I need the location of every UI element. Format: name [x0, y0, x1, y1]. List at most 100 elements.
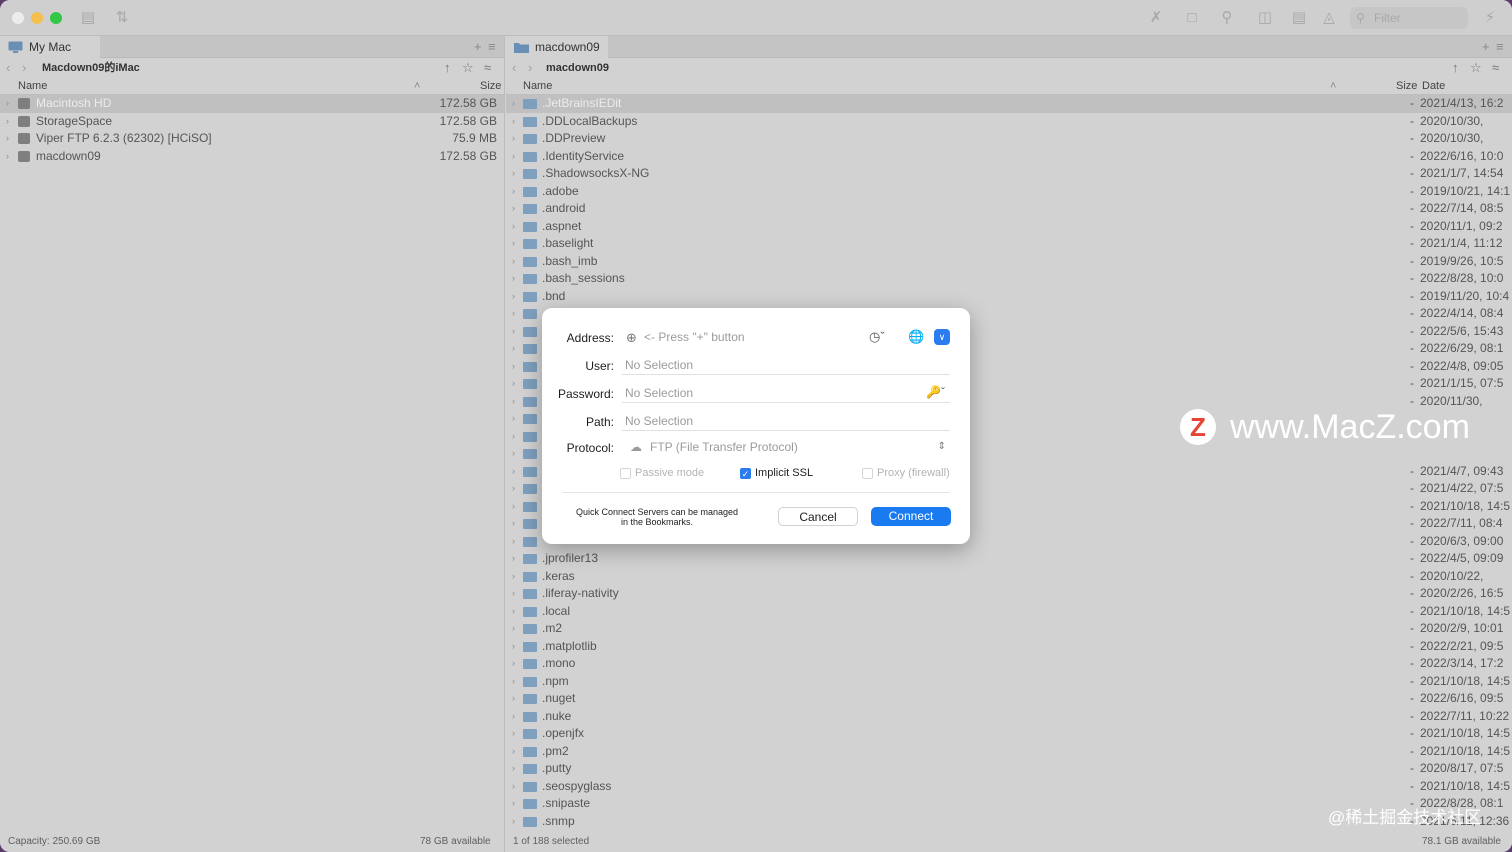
- disclosure-chevron-icon[interactable]: ›: [512, 218, 515, 236]
- disclosure-chevron-icon[interactable]: ›: [512, 200, 515, 218]
- filter-search-field[interactable]: ⚲ Filter: [1350, 7, 1468, 29]
- file-row[interactable]: › .openjfx -2021/10/18, 14:5: [506, 725, 1512, 743]
- file-row[interactable]: › .bash_imb -2019/9/26, 10:5: [506, 253, 1512, 271]
- disclosure-chevron-icon[interactable]: ›: [512, 795, 515, 813]
- disclosure-chevron-icon[interactable]: ›: [512, 130, 515, 148]
- up-directory-icon[interactable]: ↑: [444, 58, 451, 78]
- file-row[interactable]: › .m2 -2020/2/9, 10:01: [506, 620, 1512, 638]
- disclosure-chevron-icon[interactable]: ›: [512, 323, 515, 341]
- file-row[interactable]: › macdown09 172.58 GB: [0, 148, 504, 166]
- tab-my-mac[interactable]: My Mac: [0, 36, 100, 58]
- passive-mode-checkbox[interactable]: Passive mode: [620, 467, 704, 480]
- disclosure-chevron-icon[interactable]: ›: [512, 463, 515, 481]
- connect-button[interactable]: Connect: [871, 507, 951, 526]
- disclosure-chevron-icon[interactable]: ›: [512, 620, 515, 638]
- disclosure-chevron-icon[interactable]: ›: [512, 778, 515, 796]
- column-name[interactable]: Name: [18, 78, 47, 94]
- column-size[interactable]: Size: [480, 78, 501, 94]
- column-date[interactable]: Date: [1422, 78, 1445, 94]
- disclosure-chevron-icon[interactable]: ›: [512, 165, 515, 183]
- file-row[interactable]: › .jprofiler13 -2022/4/5, 09:09: [506, 550, 1512, 568]
- up-directory-icon[interactable]: ↑: [1452, 58, 1459, 78]
- disclosure-chevron-icon[interactable]: ›: [512, 655, 515, 673]
- disclosure-chevron-icon[interactable]: ›: [512, 550, 515, 568]
- disclosure-chevron-icon[interactable]: ›: [512, 183, 515, 201]
- disclosure-chevron-icon[interactable]: ›: [512, 725, 515, 743]
- add-circle-icon[interactable]: ⊕: [626, 330, 637, 346]
- file-row[interactable]: › .DDLocalBackups -2020/10/30,: [506, 113, 1512, 131]
- key-icon[interactable]: 🔑ˇ: [926, 385, 945, 399]
- file-row[interactable]: › Viper FTP 6.2.3 (62302) [HCiSO] 75.9 MB: [0, 130, 504, 148]
- cancel-button[interactable]: Cancel: [778, 507, 858, 526]
- file-row[interactable]: › .adobe -2019/10/21, 14:1: [506, 183, 1512, 201]
- file-row[interactable]: › .matplotlib -2022/2/21, 09:5: [506, 638, 1512, 656]
- lightning-icon[interactable]: ⚡: [1480, 9, 1500, 27]
- disclosure-chevron-icon[interactable]: ›: [512, 690, 515, 708]
- file-row[interactable]: › .local -2021/10/18, 14:5: [506, 603, 1512, 621]
- disclosure-chevron-icon[interactable]: ›: [512, 813, 515, 831]
- disclosure-chevron-icon[interactable]: ›: [6, 113, 9, 131]
- forward-icon[interactable]: ›: [22, 58, 26, 78]
- tab-menu-icon[interactable]: ≡: [488, 36, 496, 58]
- file-row[interactable]: › .baselight -2021/1/4, 11:12: [506, 235, 1512, 253]
- disclosure-chevron-icon[interactable]: ›: [512, 480, 515, 498]
- layout-left-icon[interactable]: ◫: [1255, 9, 1275, 27]
- password-field[interactable]: No Selection: [622, 383, 950, 403]
- disclosure-chevron-icon[interactable]: ›: [512, 113, 515, 131]
- file-row[interactable]: › .bash_sessions -2022/8/28, 10:0: [506, 270, 1512, 288]
- file-row[interactable]: › .ShadowsocksX-NG -2021/1/7, 14:54: [506, 165, 1512, 183]
- disclosure-chevron-icon[interactable]: ›: [512, 585, 515, 603]
- sync-icon[interactable]: ⇅: [112, 9, 132, 27]
- disclosure-chevron-icon[interactable]: ›: [512, 358, 515, 376]
- close-window-button[interactable]: [12, 12, 24, 24]
- disclosure-chevron-icon[interactable]: ›: [512, 95, 515, 113]
- forward-icon[interactable]: ›: [528, 58, 532, 78]
- proxy-checkbox[interactable]: Proxy (firewall): [862, 467, 950, 480]
- disclosure-chevron-icon[interactable]: ›: [512, 270, 515, 288]
- file-row[interactable]: › .JetBrainsIEDit -2021/4/13, 16:2: [506, 95, 1512, 113]
- disclosure-chevron-icon[interactable]: ›: [512, 603, 515, 621]
- tab-menu-icon[interactable]: ≡: [1496, 36, 1504, 58]
- file-row[interactable]: › StorageSpace 172.58 GB: [0, 113, 504, 131]
- disclosure-chevron-icon[interactable]: ›: [6, 148, 9, 166]
- implicit-ssl-checkbox[interactable]: ✓ Implicit SSL: [740, 467, 813, 480]
- no-connection-icon[interactable]: ≈: [484, 58, 491, 78]
- file-row[interactable]: › .seospyglass -2021/10/18, 14:5: [506, 778, 1512, 796]
- user-field[interactable]: No Selection: [622, 355, 950, 375]
- column-size[interactable]: Size: [1396, 78, 1417, 94]
- no-connection-icon[interactable]: ≈: [1492, 58, 1499, 78]
- file-row[interactable]: › .pm2 -2021/10/18, 14:5: [506, 743, 1512, 761]
- disclosure-chevron-icon[interactable]: ›: [512, 253, 515, 271]
- disclosure-chevron-icon[interactable]: ›: [512, 533, 515, 551]
- file-row[interactable]: › .DDPreview -2020/10/30,: [506, 130, 1512, 148]
- tab-macdown09[interactable]: macdown09: [506, 36, 608, 58]
- search-icon[interactable]: ⚲: [1217, 9, 1237, 27]
- chevron-down-icon[interactable]: ∨: [934, 329, 950, 345]
- sidebar-icon[interactable]: ▤: [78, 9, 98, 27]
- disclosure-chevron-icon[interactable]: ›: [512, 760, 515, 778]
- disclosure-chevron-icon[interactable]: ›: [512, 340, 515, 358]
- disclosure-chevron-icon[interactable]: ›: [512, 445, 515, 463]
- minimize-window-button[interactable]: [31, 12, 43, 24]
- file-row[interactable]: › .keras -2020/10/22,: [506, 568, 1512, 586]
- disclosure-chevron-icon[interactable]: ›: [512, 288, 515, 306]
- add-tab-icon[interactable]: +: [1482, 36, 1490, 58]
- screen-icon[interactable]: □: [1182, 9, 1202, 27]
- file-row[interactable]: › .npm -2021/10/18, 14:5: [506, 673, 1512, 691]
- path-label[interactable]: macdown09: [546, 58, 609, 78]
- disclosure-chevron-icon[interactable]: ›: [512, 498, 515, 516]
- zoom-window-button[interactable]: [50, 12, 62, 24]
- add-tab-icon[interactable]: +: [474, 36, 482, 58]
- back-icon[interactable]: ‹: [6, 58, 10, 78]
- bookmark-star-icon[interactable]: ☆: [462, 58, 474, 78]
- disclosure-chevron-icon[interactable]: ›: [512, 673, 515, 691]
- file-row[interactable]: › .putty -2020/8/17, 07:5: [506, 760, 1512, 778]
- disclosure-chevron-icon[interactable]: ›: [512, 148, 515, 166]
- file-row[interactable]: › Macintosh HD 172.58 GB: [0, 95, 504, 113]
- protocol-select[interactable]: ☁ FTP (File Transfer Protocol) ⇕: [622, 437, 952, 457]
- disclosure-chevron-icon[interactable]: ›: [512, 305, 515, 323]
- file-row[interactable]: › .android -2022/7/14, 08:5: [506, 200, 1512, 218]
- disclosure-chevron-icon[interactable]: ›: [512, 743, 515, 761]
- column-name[interactable]: Name: [523, 78, 552, 94]
- back-icon[interactable]: ‹: [512, 58, 516, 78]
